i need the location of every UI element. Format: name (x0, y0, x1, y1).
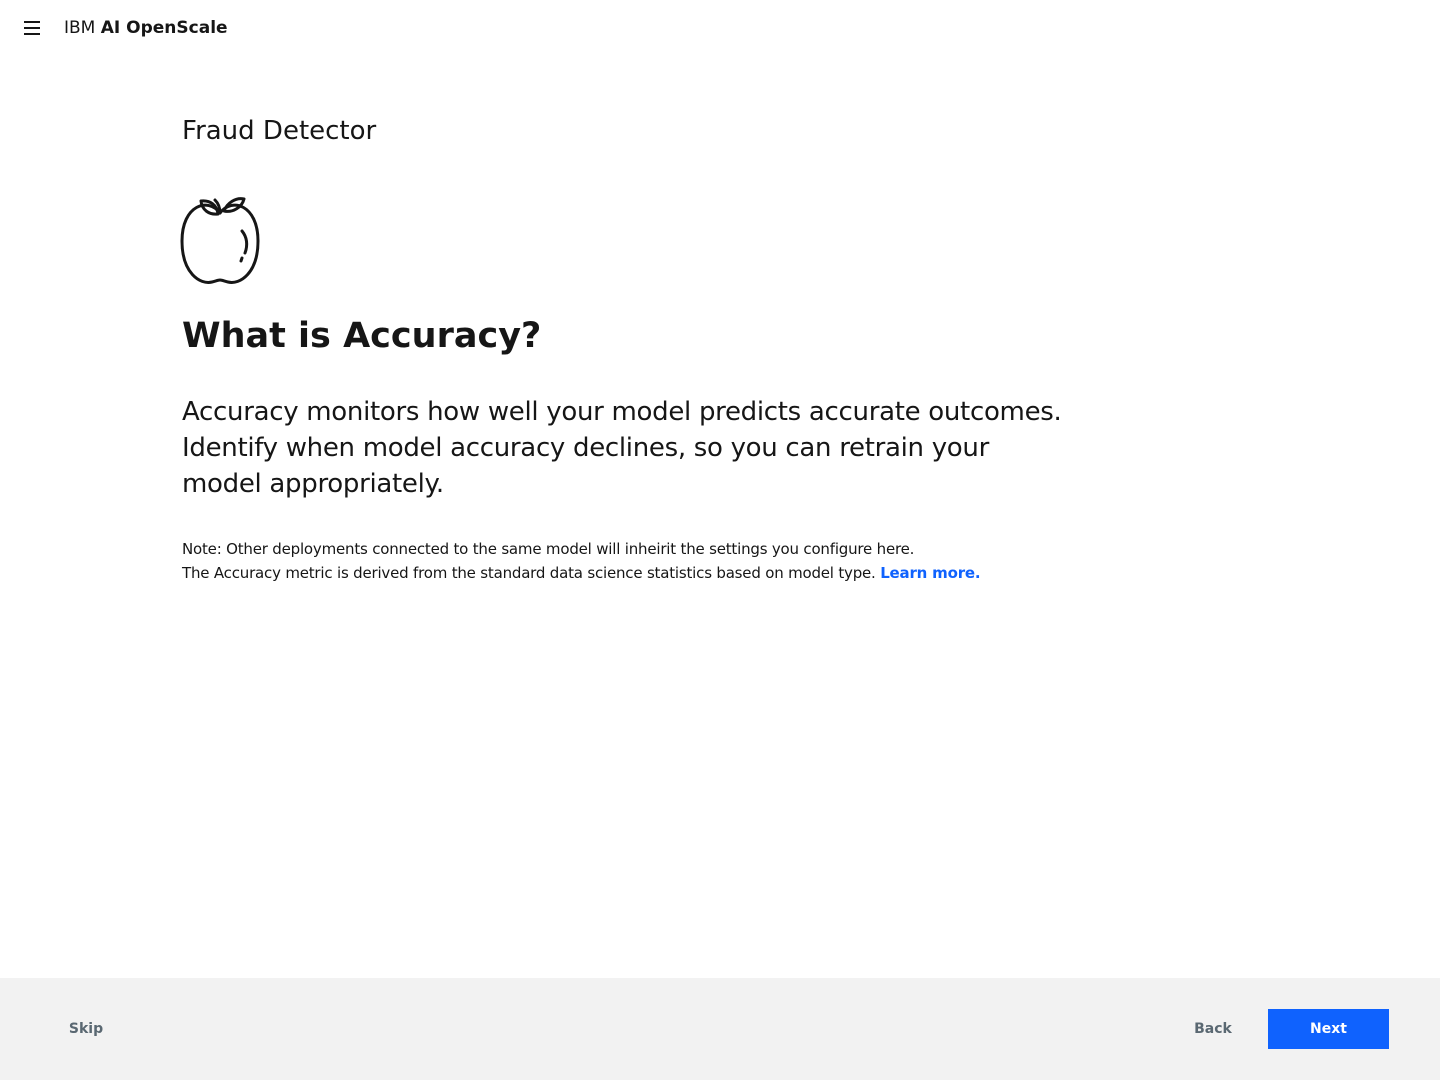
note-text: Note: Other deployments connected to the… (182, 537, 1062, 585)
hamburger-menu-icon (24, 21, 40, 35)
brand-prefix: IBM (64, 18, 96, 38)
app-brand[interactable]: IBM AI OpenScale (64, 16, 228, 40)
note-metric-derivation: The Accuracy metric is derived from the … (182, 561, 1062, 585)
learn-more-link[interactable]: Learn more. (880, 564, 980, 582)
page-heading: What is Accuracy? (182, 316, 542, 356)
note-metric-text: The Accuracy metric is derived from the … (182, 564, 876, 582)
app-header: IBM AI OpenScale (0, 0, 1440, 56)
note-inheritance: Note: Other deployments connected to the… (182, 540, 915, 558)
next-button[interactable]: Next (1268, 1009, 1389, 1049)
accuracy-description: Accuracy monitors how well your model pr… (182, 397, 1062, 499)
deployment-name: Fraud Detector (182, 116, 377, 146)
apple-icon (180, 197, 260, 284)
hamburger-menu-button[interactable] (16, 12, 48, 44)
back-button[interactable]: Back (1178, 1009, 1248, 1049)
skip-button[interactable]: Skip (56, 1009, 116, 1049)
brand-product-name: AI OpenScale (100, 18, 228, 38)
wizard-footer: Skip Back Next (0, 978, 1440, 1080)
